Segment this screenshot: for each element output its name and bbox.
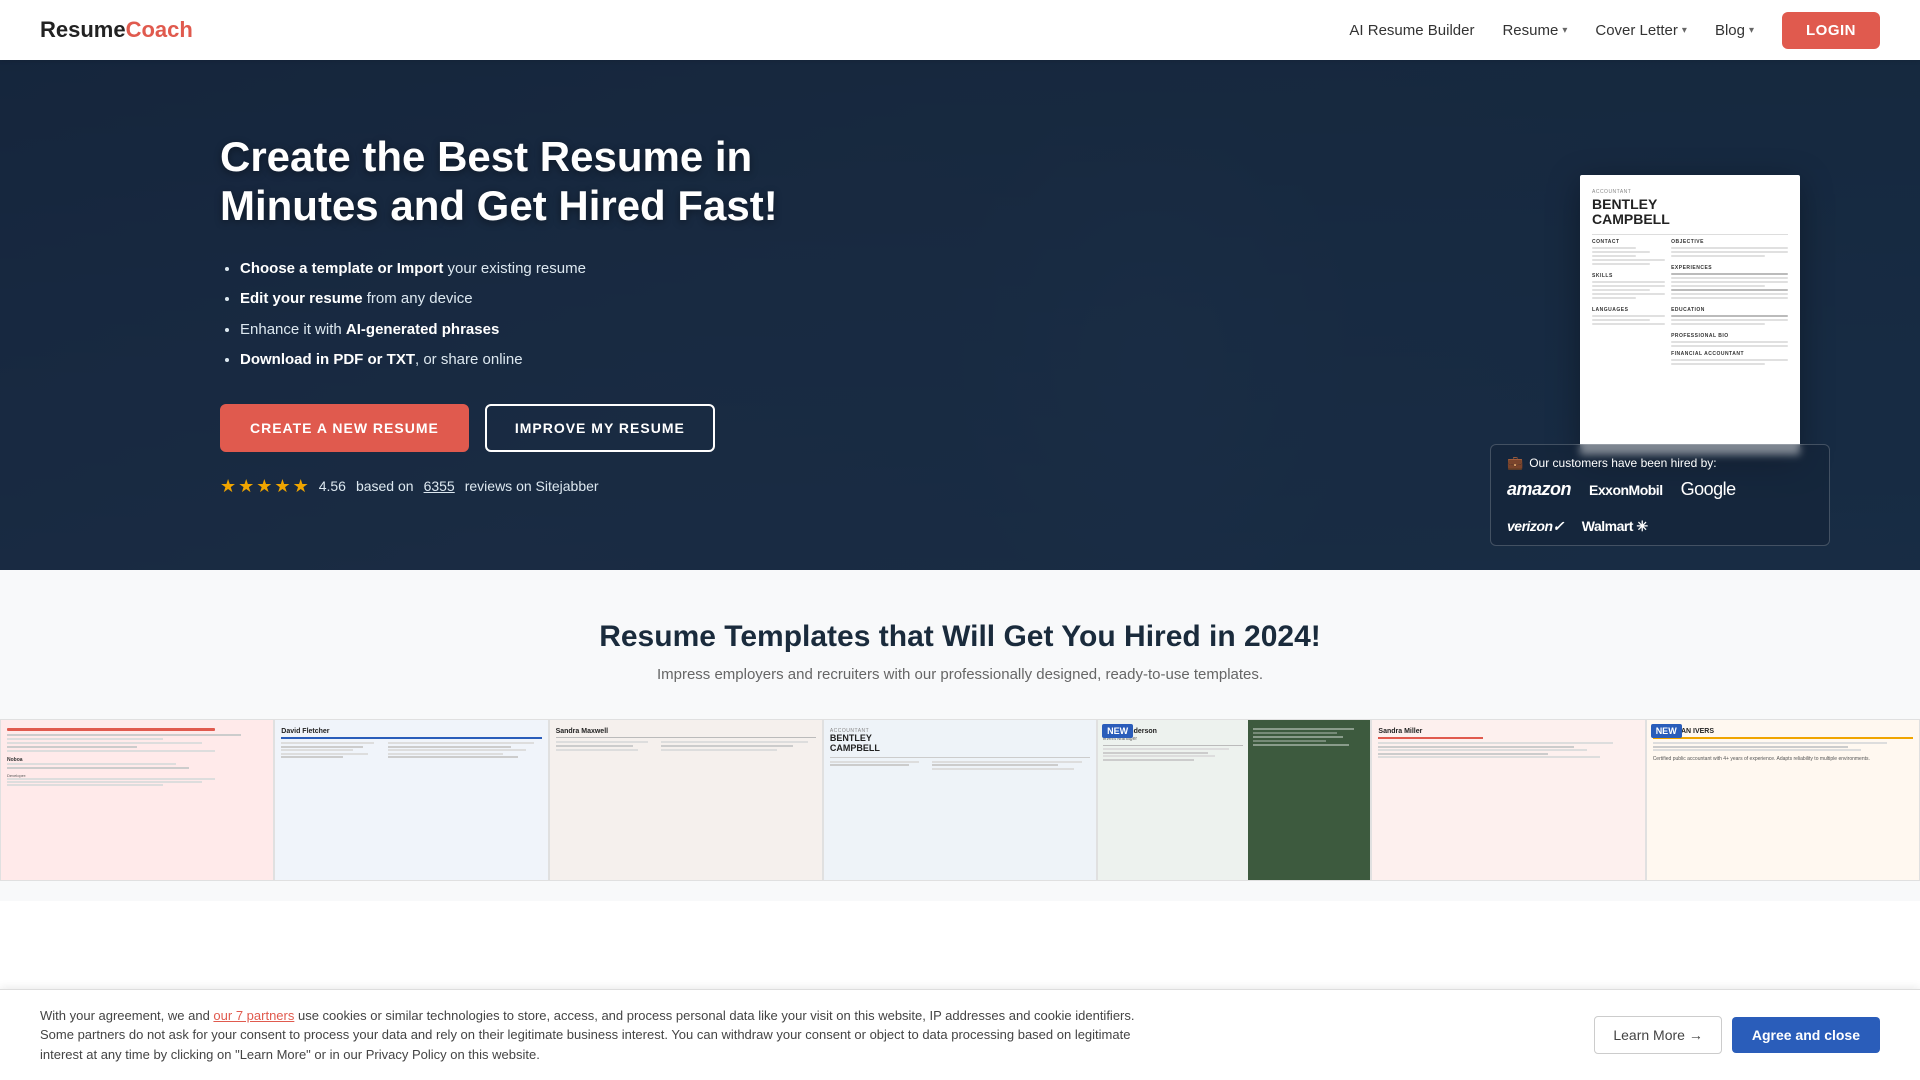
rating-score: 4.56 [319, 478, 346, 494]
hero-actions: CREATE A NEW RESUME IMPROVE MY RESUME [220, 404, 860, 452]
learn-more-button[interactable]: Learn More → [1594, 1016, 1721, 1054]
logo[interactable]: ResumeCoach [40, 17, 193, 43]
nav-link-resume[interactable]: Resume ▾ [1502, 22, 1567, 39]
google-logo: Google [1681, 479, 1736, 500]
hero-section: Create the Best Resume in Minutes and Ge… [0, 60, 1920, 570]
navbar: ResumeCoach AI Resume Builder Resume ▾ C… [0, 0, 1920, 60]
logo-resume: Resume [40, 17, 126, 43]
amazon-logo: amazon [1507, 479, 1571, 500]
cookie-text: With your agreement, we and our 7 partne… [40, 1006, 1140, 1065]
rating-count-link[interactable]: 6355 [424, 478, 455, 494]
cookie-actions: Learn More → Agree and close [1594, 1016, 1880, 1054]
resume-card-name: BENTLEYCAMPBELL [1592, 197, 1788, 228]
resume-card-grid: CONTACT SKILLS LANGUAGES [1592, 239, 1788, 367]
resume-card: ACCOUNTANT BENTLEYCAMPBELL CONTACT SKILL… [1580, 175, 1800, 455]
walmart-logo: Walmart ✳ [1582, 518, 1648, 535]
templates-carousel: Noboa Developer: David Fletcher [0, 719, 1920, 901]
templates-section-title: Resume Templates that Will Get You Hired… [0, 620, 1920, 654]
chevron-down-icon: ▾ [1682, 25, 1687, 36]
bullet-3: Enhance it with AI-generated phrases [240, 319, 860, 342]
briefcase-icon: 💼 [1507, 455, 1523, 471]
resume-card-label: ACCOUNTANT [1592, 189, 1788, 195]
hero-title: Create the Best Resume in Minutes and Ge… [220, 133, 860, 230]
rating-site: reviews on Sitejabber [465, 478, 599, 494]
bullet-2: Edit your resume from any device [240, 288, 860, 311]
template-badge-new: NEW [1651, 724, 1682, 738]
star-2: ★ [238, 476, 254, 497]
hero-bullets: Choose a template or Import your existin… [220, 258, 860, 372]
nav-link-blog[interactable]: Blog ▾ [1715, 22, 1754, 39]
improve-resume-button[interactable]: IMPROVE MY RESUME [485, 404, 715, 452]
exxonmobil-logo: ExxonMobil [1589, 482, 1663, 498]
hired-by-title: 💼 Our customers have been hired by: [1507, 455, 1813, 471]
verizon-logo: verizon✓ [1507, 518, 1564, 535]
company-logos: amazon ExxonMobil Google verizon✓ Walmar… [1507, 479, 1787, 535]
template-item[interactable]: Sandra Maxwell [549, 719, 823, 881]
star-5: ★ [293, 476, 309, 497]
resume-card-wrapper: ACCOUNTANT BENTLEYCAMPBELL CONTACT SKILL… [1580, 175, 1800, 455]
template-item[interactable]: David Fletcher [274, 719, 548, 881]
nav-links: AI Resume Builder Resume ▾ Cover Letter … [1349, 12, 1880, 49]
cookie-banner: With your agreement, we and our 7 partne… [0, 989, 1920, 1080]
chevron-down-icon: ▾ [1749, 25, 1754, 36]
star-1: ★ [220, 476, 236, 497]
nav-link-cover-letter[interactable]: Cover Letter ▾ [1595, 22, 1687, 39]
hired-by-box: 💼 Our customers have been hired by: amaz… [1490, 444, 1830, 546]
agree-close-button[interactable]: Agree and close [1732, 1017, 1880, 1053]
template-badge-new: NEW [1102, 724, 1133, 738]
template-item[interactable]: NEW Chloe Anderson Event Manager [1097, 719, 1371, 881]
star-3: ★ [256, 476, 272, 497]
templates-section: Resume Templates that Will Get You Hired… [0, 570, 1920, 901]
hero-content: Create the Best Resume in Minutes and Ge… [220, 103, 860, 527]
template-item[interactable]: Sandra Miller [1371, 719, 1645, 881]
create-resume-button[interactable]: CREATE A NEW RESUME [220, 404, 469, 452]
chevron-down-icon: ▾ [1562, 25, 1567, 36]
nav-link-ai-builder[interactable]: AI Resume Builder [1349, 22, 1474, 39]
rating-stars: ★ ★ ★ ★ ★ [220, 476, 309, 497]
logo-coach: Coach [126, 17, 193, 43]
rating-based: based on [356, 478, 414, 494]
template-item[interactable]: ACCOUNTANT BENTLEYCAMPBELL [823, 719, 1097, 881]
bullet-4: Download in PDF or TXT, or share online [240, 349, 860, 372]
bullet-1: Choose a template or Import your existin… [240, 258, 860, 281]
star-4: ★ [274, 476, 290, 497]
template-item[interactable]: Noboa Developer: [0, 719, 274, 881]
resume-col-right: OBJECTIVE EXPERIENCES EDUCATION [1671, 239, 1788, 367]
template-item[interactable]: NEW JONATHAN IVERS Certified public acco… [1646, 719, 1920, 881]
cookie-partners-link[interactable]: our 7 partners [213, 1008, 294, 1023]
resume-col-left: CONTACT SKILLS LANGUAGES [1592, 239, 1665, 367]
templates-section-subtitle: Impress employers and recruiters with ou… [0, 666, 1920, 683]
hero-rating: ★ ★ ★ ★ ★ 4.56 based on 6355 reviews on … [220, 476, 860, 497]
login-button[interactable]: LOGIN [1782, 12, 1880, 49]
